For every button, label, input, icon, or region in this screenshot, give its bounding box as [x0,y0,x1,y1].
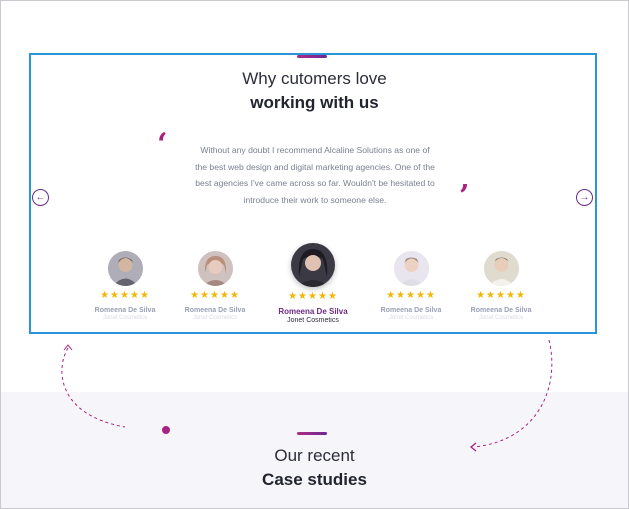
testimonials-title-light: Why cutomers love [242,69,387,88]
star-rating: ★★★★★ [190,290,240,301]
quote-close-icon: ’ [459,179,470,214]
reviewer-name: Romeena De Silva [94,307,156,314]
reviewer-card-4[interactable]: ★★★★★ Romeena De Silva Jonet Cosmetics [366,251,456,321]
star-rating: ★★★★★ [288,291,338,302]
dot-decoration [162,426,170,434]
arrow-left-icon: ← [35,191,46,203]
carousel-prev-button[interactable]: ← [32,189,49,206]
avatar [107,251,143,286]
reviewer-company: Jonet Cosmetics [388,315,434,321]
carousel-next-button[interactable]: → [576,189,593,206]
case-studies-title-bold: Case studies [262,470,367,489]
star-rating: ★★★★★ [386,290,436,301]
reviewer-card-5[interactable]: ★★★★★ Romeena De Silva Jonet Cosmetics [456,251,546,321]
reviewer-card-1[interactable]: ★★★★★ Romeena De Silva Jonet Cosmetics [80,251,170,321]
case-studies-accent-bar [297,432,327,435]
reviewer-company: Jonet Cosmetics [192,315,238,321]
reviewer-company: Jonet Cosmetics [102,315,148,321]
quote-open-icon: ‘ [157,127,168,162]
reviewer-company: Jonet Cosmetics [478,315,524,321]
reviewer-name: Romeena De Silva [184,307,246,314]
avatar [291,243,335,287]
reviewer-company: Jonet Cosmetics [287,317,339,324]
reviewer-name: Romeena De Silva [380,307,442,314]
reviewer-name: Romeena De Silva [470,307,532,314]
case-studies-title-light: Our recent [274,446,355,465]
star-rating: ★★★★★ [476,290,526,301]
reviewer-card-active[interactable]: ★★★★★ Romeena De Silva Jonet Cosmetics [268,243,358,324]
avatar [393,251,429,286]
reviewer-card-2[interactable]: ★★★★★ Romeena De Silva Jonet Cosmetics [170,251,260,321]
reviewer-name: Romeena De Silva [278,307,348,316]
testimonials-title-bold: working with us [250,93,379,112]
section-accent-bar [297,55,327,58]
avatar [483,251,519,286]
testimonial-text: Without any doubt I recommend Alcaline S… [195,145,435,205]
arrow-right-icon: → [579,191,590,203]
avatar [197,251,233,286]
star-rating: ★★★★★ [100,290,150,301]
